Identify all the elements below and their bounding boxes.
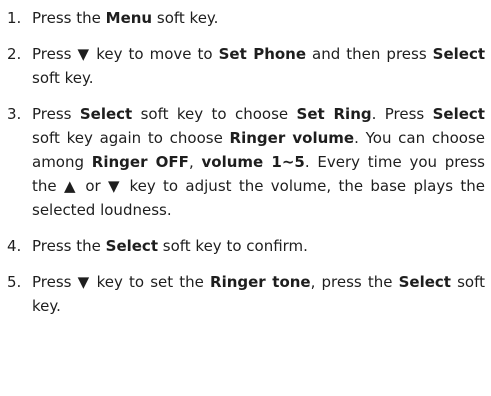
step-text-run: soft key again to choose	[32, 129, 230, 147]
step-item: 5. Press ▼ key to set the Ringer tone, p…	[7, 270, 485, 318]
bold-term: Select	[105, 237, 158, 255]
bold-term: Select	[398, 273, 451, 291]
step-text-run: soft key to choose	[132, 105, 297, 123]
step-text-run: Press ▼ key to set the	[32, 273, 211, 291]
step-text-run: and then press	[306, 45, 433, 63]
step-text: Press ▼ key to set the Ringer tone, pres…	[32, 270, 485, 318]
step-text: Press ▼ key to move to Set Phone and the…	[32, 42, 485, 90]
step-number: 4.	[7, 237, 22, 255]
instruction-list: 1. Press the Menu soft key. 2. Press ▼ k…	[7, 0, 485, 318]
step-text: Press Select soft key to choose Set Ring…	[32, 102, 485, 222]
step-text-run: ,	[188, 153, 202, 171]
step-text-run: Press	[32, 105, 80, 123]
step-text: Press the Menu soft key.	[32, 6, 485, 30]
step-number: 3.	[7, 105, 22, 123]
bold-term: Select	[79, 105, 133, 123]
bold-term: Ringer OFF	[91, 153, 189, 171]
step-item: 2. Press ▼ key to move to Set Phone and …	[7, 42, 485, 90]
step-text-run: soft key.	[32, 69, 94, 87]
step-text-run: soft key.	[152, 9, 219, 27]
bold-term: Ringer tone	[210, 273, 311, 291]
step-item: 3. Press Select soft key to choose Set R…	[7, 102, 485, 222]
bold-term: Set Phone	[218, 45, 307, 63]
step-text-run: . Press	[371, 105, 433, 123]
step-number: 1.	[7, 9, 22, 27]
bold-term: Ringer volume	[229, 129, 355, 147]
bold-term: Select	[432, 45, 486, 63]
step-item: 1. Press the Menu soft key.	[7, 6, 485, 30]
bold-term: Select	[432, 105, 485, 123]
step-text: Press the Select soft key to confirm.	[32, 234, 485, 258]
bold-term: volume 1~5	[201, 153, 305, 171]
step-item: 4. Press the Select soft key to confirm.	[7, 234, 485, 258]
step-number: 5.	[7, 273, 22, 291]
step-text-run: , press the	[310, 273, 399, 291]
step-text-run: Press the	[32, 237, 106, 255]
step-text-run: Press the	[32, 9, 106, 27]
bold-term: Menu	[105, 9, 153, 27]
bold-term: Set Ring	[296, 105, 372, 123]
step-number: 2.	[7, 45, 22, 63]
step-text-run: soft key to confirm.	[158, 237, 308, 255]
step-text-run: Press ▼ key to move to	[32, 45, 219, 63]
